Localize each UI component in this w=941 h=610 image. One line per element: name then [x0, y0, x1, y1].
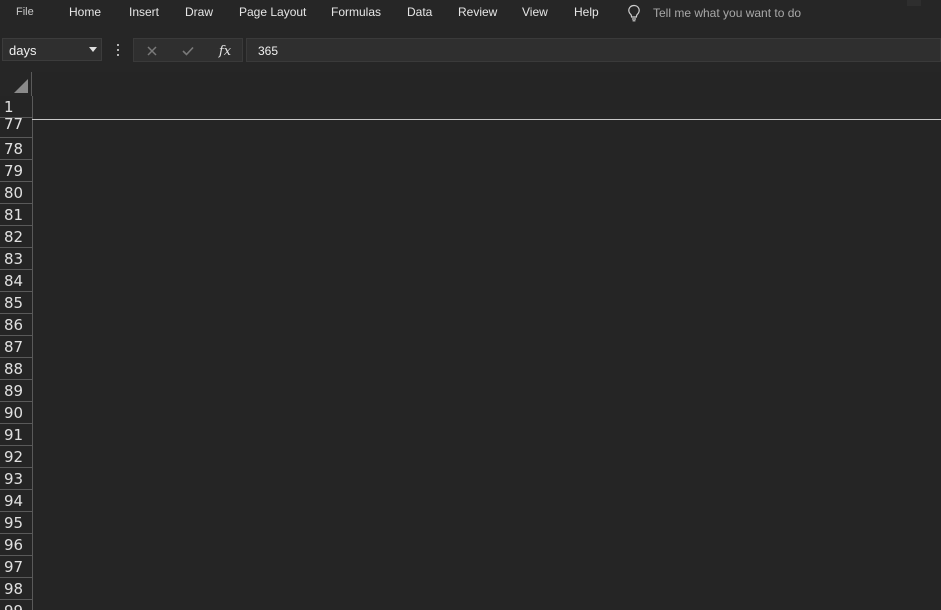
row-header[interactable]: 99	[0, 600, 32, 610]
row-header[interactable]: 97	[0, 556, 32, 578]
row-header[interactable]: 87	[0, 336, 32, 358]
freeze-pane-divider	[32, 119, 941, 120]
tab-help[interactable]: Help	[574, 5, 599, 19]
excel-window: File Home Insert Draw Page Layout Formul…	[0, 0, 941, 610]
tell-me-text: Tell me what you want to do	[653, 6, 802, 20]
row-header[interactable]: 93	[0, 468, 32, 490]
row-headers: 1 77 78 79 80 81 82 83 84 85 86 87 88 89…	[0, 96, 33, 610]
name-box-value: days	[9, 43, 37, 58]
row-header[interactable]: 77	[0, 117, 32, 138]
more-options-icon[interactable]	[115, 43, 121, 57]
row-header[interactable]: 88	[0, 358, 32, 380]
lightbulb-icon	[627, 4, 641, 22]
row-header[interactable]: 95	[0, 512, 32, 534]
tab-data[interactable]: Data	[407, 5, 432, 19]
chevron-down-icon[interactable]	[89, 47, 97, 52]
row-header[interactable]: 85	[0, 292, 32, 314]
tab-draw[interactable]: Draw	[185, 5, 213, 19]
tab-home[interactable]: Home	[69, 5, 101, 19]
worksheet-grid: 1 77 78 79 80 81 82 83 84 85 86 87 88 89…	[0, 72, 941, 610]
select-all-triangle-icon	[14, 79, 28, 93]
ribbon-tab-bar: File Home Insert Draw Page Layout Formul…	[0, 0, 941, 26]
row-header[interactable]: 81	[0, 204, 32, 226]
row-header[interactable]: 92	[0, 446, 32, 468]
row-header[interactable]: 96	[0, 534, 32, 556]
fx-icon: fx	[218, 43, 232, 59]
cell-area[interactable]	[33, 96, 941, 610]
formula-input[interactable]: 365	[246, 38, 941, 62]
select-all-button[interactable]	[0, 72, 32, 96]
row-header[interactable]: 98	[0, 578, 32, 600]
formula-bar-buttons: fx	[133, 38, 243, 62]
formula-value: 365	[258, 44, 279, 58]
row-header[interactable]: 82	[0, 226, 32, 248]
row-header[interactable]: 90	[0, 402, 32, 424]
row-header[interactable]: 83	[0, 248, 32, 270]
tab-view[interactable]: View	[522, 5, 548, 19]
tab-formulas[interactable]: Formulas	[331, 5, 381, 19]
ribbon-corner-artifact	[907, 0, 921, 6]
row-header[interactable]: 84	[0, 270, 32, 292]
tab-file[interactable]: File	[16, 6, 34, 18]
tab-insert[interactable]: Insert	[129, 5, 159, 19]
row-header[interactable]: 86	[0, 314, 32, 336]
row-header[interactable]: 78	[0, 138, 32, 160]
row-header[interactable]: 80	[0, 182, 32, 204]
cancel-icon[interactable]	[143, 42, 161, 60]
name-box[interactable]: days	[2, 38, 102, 61]
tab-review[interactable]: Review	[458, 5, 497, 19]
row-header[interactable]: 91	[0, 424, 32, 446]
row-header[interactable]: 89	[0, 380, 32, 402]
insert-function-button[interactable]: fx	[216, 42, 234, 60]
tab-page-layout[interactable]: Page Layout	[239, 5, 306, 19]
row-header[interactable]: 94	[0, 490, 32, 512]
enter-check-icon[interactable]	[179, 42, 197, 60]
tell-me-search[interactable]: Tell me what you want to do	[627, 3, 801, 23]
row-header[interactable]: 79	[0, 160, 32, 182]
